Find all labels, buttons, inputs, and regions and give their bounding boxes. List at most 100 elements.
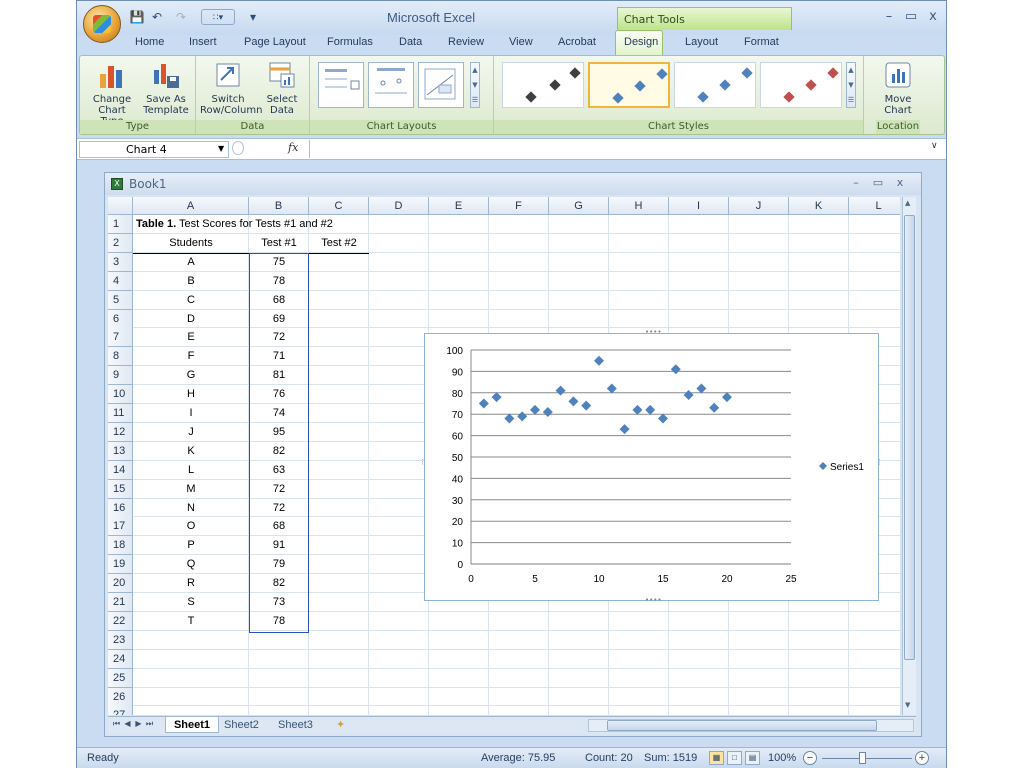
student-cell[interactable]: K xyxy=(133,442,249,461)
row-header[interactable]: 12 xyxy=(108,422,133,442)
chart-styles-scroll[interactable]: ▲ ▼ ☰ xyxy=(846,62,856,108)
insert-function-icon[interactable]: fx xyxy=(288,141,298,154)
column-header[interactable]: E xyxy=(429,197,489,215)
chevron-down-icon[interactable]: ▼ xyxy=(218,144,224,153)
student-cell[interactable]: A xyxy=(133,253,249,272)
scroll-down-icon[interactable]: ▼ xyxy=(905,701,910,709)
zoom-slider-thumb[interactable] xyxy=(859,752,866,764)
column-header[interactable]: I xyxy=(669,197,729,215)
row-header[interactable]: 11 xyxy=(108,404,133,423)
column-header[interactable]: A xyxy=(133,197,249,215)
row-header[interactable]: 6 xyxy=(108,309,133,329)
minimize-button[interactable]: – xyxy=(881,9,897,24)
row-header[interactable]: 2 xyxy=(108,233,133,253)
chart-style-4[interactable] xyxy=(760,62,842,108)
close-button[interactable]: x xyxy=(925,9,941,24)
tab-design[interactable]: Design xyxy=(624,36,658,48)
undo-icon[interactable]: ↶ xyxy=(149,9,165,25)
row-header[interactable]: 14 xyxy=(108,460,133,480)
tab-home[interactable]: Home xyxy=(135,36,164,48)
student-cell[interactable]: L xyxy=(133,461,249,480)
previous-sheet-icon[interactable]: ◀ xyxy=(123,719,132,728)
column-header[interactable]: J xyxy=(729,197,789,215)
student-cell[interactable]: G xyxy=(133,366,249,385)
row-header[interactable]: 5 xyxy=(108,290,133,310)
row-header[interactable]: 3 xyxy=(108,252,133,272)
name-box[interactable]: Chart 4 ▼ xyxy=(79,141,229,158)
row-header[interactable]: 19 xyxy=(108,555,133,575)
chart-resize-handle[interactable]: ⋮ xyxy=(419,459,426,472)
chart-type-icon[interactable]: ∷▾ xyxy=(201,9,235,25)
row-header[interactable]: 13 xyxy=(108,441,133,461)
student-cell[interactable]: Q xyxy=(133,555,249,574)
row-header[interactable]: 23 xyxy=(108,630,133,650)
row-header[interactable]: 26 xyxy=(108,687,133,707)
workbook-minimize-button[interactable]: – xyxy=(849,176,863,189)
workbook-restore-button[interactable]: ▭ xyxy=(871,176,885,189)
table-title[interactable]: Table 1. Test Scores for Tests #1 and #2 xyxy=(136,215,333,234)
student-cell[interactable]: M xyxy=(133,480,249,499)
student-cell[interactable]: C xyxy=(133,291,249,310)
tab-formulas[interactable]: Formulas xyxy=(327,36,373,48)
chart-object[interactable]: 0 10 20 30 40 50 60 70 80 90 100 0 5 10 15 20 25 Series1 … xyxy=(419,329,883,604)
student-cell[interactable]: P xyxy=(133,536,249,555)
office-button[interactable] xyxy=(83,5,121,43)
scroll-up-icon[interactable]: ▲ xyxy=(905,199,910,207)
row-header[interactable]: 21 xyxy=(108,593,133,612)
row-header[interactable]: 24 xyxy=(108,649,133,669)
student-cell[interactable]: D xyxy=(133,310,249,329)
row-header[interactable]: 10 xyxy=(108,385,133,405)
row-header[interactable]: 25 xyxy=(108,668,133,688)
student-cell[interactable]: E xyxy=(133,328,249,347)
select-all-button[interactable] xyxy=(108,197,133,215)
student-cell[interactable]: O xyxy=(133,517,249,536)
header-test-1[interactable]: Test #1 xyxy=(249,234,309,253)
column-header[interactable]: B xyxy=(249,197,309,215)
column-header[interactable]: K xyxy=(789,197,849,215)
chart-layout-2[interactable] xyxy=(368,62,414,108)
student-cell[interactable]: T xyxy=(133,612,249,631)
column-header[interactable]: F xyxy=(489,197,549,215)
row-header[interactable]: 9 xyxy=(108,366,133,386)
row-header[interactable]: 7 xyxy=(108,328,133,348)
workbook-close-button[interactable]: x xyxy=(893,176,907,189)
normal-view-icon[interactable]: ▦ xyxy=(709,751,724,765)
tab-insert[interactable]: Insert xyxy=(189,36,217,48)
student-cell[interactable]: N xyxy=(133,499,249,518)
zoom-level[interactable]: 100% xyxy=(768,752,796,764)
formula-input[interactable] xyxy=(309,140,939,158)
chart-layout-3[interactable] xyxy=(418,62,464,108)
row-header[interactable]: 27 xyxy=(108,706,133,715)
chart-style-3[interactable] xyxy=(674,62,756,108)
save-as-template-button[interactable]: Save As Template xyxy=(140,60,192,116)
column-header[interactable]: C xyxy=(309,197,369,215)
change-chart-type-button[interactable]: Change Chart Type xyxy=(86,60,138,127)
page-break-view-icon[interactable]: ▤ xyxy=(745,751,760,765)
chart-layouts-scroll[interactable]: ▲ ▼ ☰ xyxy=(470,62,480,108)
row-header[interactable]: 1 xyxy=(108,215,133,234)
tab-page-layout[interactable]: Page Layout xyxy=(244,36,306,48)
tab-review[interactable]: Review xyxy=(448,36,484,48)
chart-layout-1[interactable] xyxy=(318,62,364,108)
row-header[interactable]: 8 xyxy=(108,347,133,367)
row-header[interactable]: 18 xyxy=(108,536,133,556)
chart-style-2-selected[interactable] xyxy=(588,62,670,108)
horizontal-scrollbar[interactable] xyxy=(588,719,914,732)
spreadsheet-grid[interactable]: ABCDEFGHIJKL 1 2 3 4 5 6 7 8 9 10 11 12 13 14 15 16 17 18… xyxy=(108,197,900,715)
tab-format[interactable]: Format xyxy=(744,36,779,48)
expand-formula-bar-icon[interactable]: ∨ xyxy=(931,141,938,151)
chart-resize-handle[interactable]: •••• xyxy=(645,329,662,336)
student-cell[interactable]: S xyxy=(133,593,249,612)
customize-icon[interactable]: ▾ xyxy=(245,9,261,25)
row-header[interactable]: 15 xyxy=(108,479,133,499)
move-chart-button[interactable]: Move Chart xyxy=(878,60,918,116)
row-header[interactable]: 22 xyxy=(108,611,133,631)
first-sheet-icon[interactable]: ⏮ xyxy=(112,719,121,729)
tab-layout[interactable]: Layout xyxy=(685,36,718,48)
column-header[interactable]: L xyxy=(849,197,900,215)
student-cell[interactable]: J xyxy=(133,423,249,442)
zoom-in-icon[interactable]: + xyxy=(915,751,929,765)
page-layout-view-icon[interactable]: □ xyxy=(727,751,742,765)
sheet-tab-sheet1[interactable]: Sheet1 xyxy=(165,717,219,733)
restore-button[interactable]: ▭ xyxy=(903,9,919,24)
